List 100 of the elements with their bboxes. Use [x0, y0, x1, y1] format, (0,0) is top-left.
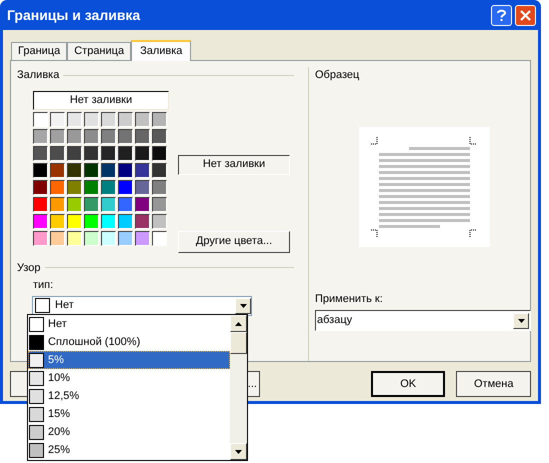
color-swatch[interactable] [135, 214, 150, 228]
color-swatch[interactable] [118, 196, 133, 212]
color-swatch[interactable] [101, 162, 116, 178]
color-swatch[interactable] [135, 112, 150, 126]
color-swatch[interactable] [152, 196, 167, 212]
color-swatch[interactable] [152, 112, 167, 126]
pattern-option[interactable]: 5% [28, 351, 230, 369]
pattern-option[interactable]: 10% [28, 369, 230, 387]
color-swatch[interactable] [67, 214, 82, 228]
tab[interactable]: Страница [67, 42, 132, 60]
color-swatch[interactable] [101, 180, 116, 194]
help-icon [497, 8, 506, 22]
color-swatch[interactable] [84, 146, 99, 160]
color-swatch[interactable] [152, 214, 167, 228]
field-label: Применить к: [315, 292, 383, 306]
current-fill-display: Нет заливки [178, 154, 290, 174]
color-swatch[interactable] [33, 112, 48, 126]
cancel-button[interactable]: Отмена [456, 371, 531, 397]
color-swatch[interactable] [50, 112, 65, 126]
close-button[interactable] [515, 4, 536, 26]
group-title: Образец [315, 68, 360, 83]
dropdown-value: Нет [55, 298, 75, 314]
color-swatch[interactable] [135, 128, 150, 144]
field-label: тип: [33, 278, 54, 293]
color-swatch[interactable] [101, 128, 116, 144]
up-arrow-icon [235, 322, 242, 326]
color-swatch[interactable] [152, 180, 167, 194]
tab[interactable]: Заливка [131, 40, 192, 61]
color-swatch[interactable] [84, 128, 99, 144]
color-swatch[interactable] [67, 196, 82, 212]
color-swatch[interactable] [84, 112, 99, 126]
color-swatch[interactable] [118, 162, 133, 178]
color-swatch[interactable] [50, 128, 65, 144]
color-swatch[interactable] [101, 196, 116, 212]
down-arrow-icon [240, 304, 246, 308]
color-swatch[interactable] [118, 180, 133, 194]
color-swatch[interactable] [101, 230, 116, 246]
color-swatch[interactable] [50, 162, 65, 178]
pattern-dropdown[interactable]: Нет [32, 296, 252, 316]
group-title: Заливка [17, 68, 60, 83]
color-swatch[interactable] [33, 146, 48, 160]
color-swatch[interactable] [33, 230, 48, 246]
color-swatch[interactable] [67, 162, 82, 178]
color-swatch[interactable] [135, 196, 150, 212]
no-fill-button[interactable]: Нет заливки [33, 90, 169, 110]
color-swatch[interactable] [135, 230, 150, 246]
color-swatch[interactable] [118, 112, 133, 126]
color-swatch[interactable] [50, 196, 65, 212]
color-swatch[interactable] [33, 128, 48, 144]
color-swatch[interactable] [67, 180, 82, 194]
group-title: Узор [17, 260, 41, 276]
color-swatch[interactable] [50, 180, 65, 194]
help-button[interactable] [491, 4, 512, 26]
color-swatch[interactable] [118, 230, 133, 246]
color-swatch[interactable] [101, 112, 116, 126]
close-icon [520, 10, 531, 20]
color-swatch[interactable] [101, 146, 116, 160]
color-swatch[interactable] [33, 180, 48, 194]
color-swatch[interactable] [33, 196, 48, 212]
color-swatch[interactable] [84, 196, 99, 212]
color-swatch[interactable] [118, 214, 133, 228]
color-swatch[interactable] [67, 112, 82, 126]
color-swatch[interactable] [135, 146, 150, 160]
tab[interactable]: Граница [11, 42, 68, 60]
pattern-option[interactable]: Сплошной (100%) [28, 333, 230, 351]
scroll-thumb[interactable] [230, 332, 247, 354]
color-swatch[interactable] [50, 214, 65, 228]
ok-button[interactable]: OK [370, 371, 446, 397]
color-swatch[interactable] [152, 128, 167, 144]
dropdown-value: абзацу [317, 313, 354, 328]
pattern-option[interactable]: 15% [28, 405, 230, 423]
color-swatch[interactable] [67, 230, 82, 246]
down-arrow-icon [235, 450, 242, 454]
color-swatch[interactable] [118, 146, 133, 160]
pattern-option[interactable]: Нет [28, 315, 230, 333]
color-swatch[interactable] [84, 230, 99, 246]
color-swatch[interactable] [33, 162, 48, 178]
pattern-option[interactable]: 25% [28, 441, 230, 459]
color-swatch[interactable] [135, 180, 150, 194]
pattern-option[interactable]: 20% [28, 423, 230, 441]
more-colors-button[interactable]: Другие цвета... [178, 230, 290, 252]
window-title: Границы и заливка [7, 6, 142, 25]
down-arrow-icon [518, 318, 524, 322]
color-swatch[interactable] [84, 180, 99, 194]
scrollbar[interactable] [230, 315, 247, 460]
color-swatch[interactable] [101, 214, 116, 228]
color-swatch[interactable] [152, 230, 167, 246]
color-swatch[interactable] [135, 162, 150, 178]
apply-to-dropdown[interactable]: абзацу [315, 310, 531, 331]
color-swatch[interactable] [118, 128, 133, 144]
color-swatch[interactable] [33, 214, 48, 228]
color-swatch[interactable] [50, 230, 65, 246]
color-swatch[interactable] [152, 146, 167, 160]
color-swatch[interactable] [84, 162, 99, 178]
pattern-option[interactable]: 12,5% [28, 387, 230, 405]
color-swatch[interactable] [152, 162, 167, 178]
color-swatch[interactable] [67, 128, 82, 144]
color-swatch[interactable] [84, 214, 99, 228]
color-swatch[interactable] [67, 146, 82, 160]
color-swatch[interactable] [50, 146, 65, 160]
